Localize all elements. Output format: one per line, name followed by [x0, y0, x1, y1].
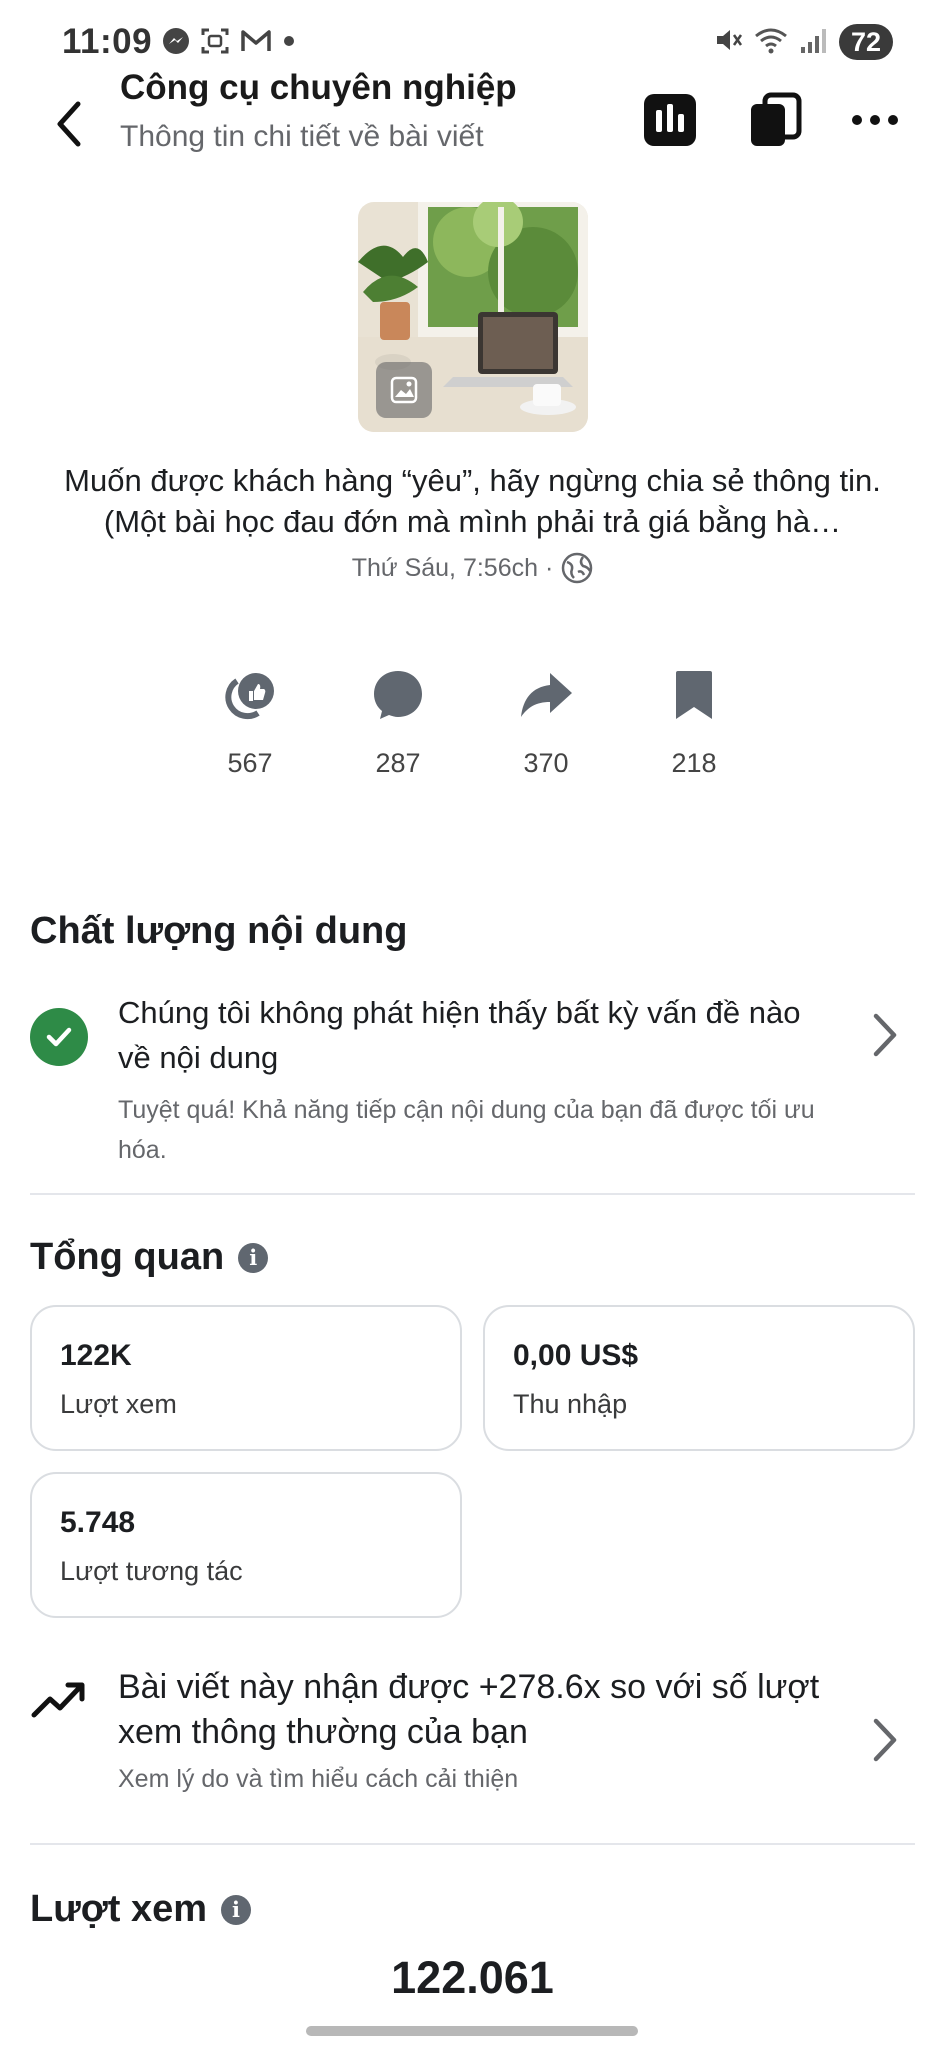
views-label: Lượt xem	[60, 1389, 177, 1419]
battery-indicator: 72	[838, 24, 893, 60]
earnings-value: 0,00 US$	[513, 1339, 639, 1372]
engagement-card[interactable]: 5.748 Lượt tương tác	[30, 1472, 462, 1618]
share-icon	[521, 673, 572, 717]
reactions-icon	[225, 673, 274, 720]
trend-message: Bài viết này nhận được +278.6x so với số…	[118, 1668, 820, 1751]
views-total: 122.061	[391, 1952, 554, 2003]
comments-count: 287	[375, 748, 421, 778]
trend-subtext: Xem lý do và tìm hiểu cách cải thiện	[118, 1765, 519, 1793]
notification-icons	[162, 27, 296, 55]
comment-icon	[374, 671, 422, 719]
views-title-text: Lượt xem	[30, 1888, 208, 1930]
quality-title-text: Chất lượng nội dung	[30, 910, 408, 952]
post-meta: Thứ Sáu, 7:56ch ·	[0, 552, 945, 584]
page-title: Công cụ chuyên nghiệp	[120, 68, 517, 107]
wifi-icon	[753, 25, 789, 60]
save-icon	[676, 671, 712, 719]
chevron-right-icon	[865, 1715, 905, 1765]
stat-shares[interactable]: 370	[476, 660, 616, 779]
engagement-label: Lượt tương tác	[60, 1556, 243, 1586]
chevron-right-icon	[865, 1010, 905, 1060]
status-right: 72	[713, 24, 893, 60]
post-thumbnail[interactable]	[358, 202, 588, 432]
back-button[interactable]	[44, 94, 94, 154]
photo-type-badge	[376, 362, 432, 418]
shares-count: 370	[523, 748, 569, 778]
views-section-title: Lượt xem i	[30, 1888, 252, 1931]
messenger-icon	[162, 27, 190, 55]
bar-chart-icon	[644, 94, 696, 146]
signal-icon	[799, 25, 829, 60]
saves-count: 218	[671, 748, 717, 778]
quality-subtext: Tuyệt quá! Khả năng tiếp cận nội dung củ…	[118, 1096, 815, 1164]
overview-section-title: Tổng quan i	[30, 1236, 269, 1279]
engagement-value: 5.748	[60, 1506, 136, 1539]
earnings-label: Thu nhập	[513, 1389, 628, 1419]
trending-up-icon	[30, 1675, 90, 1725]
post-date: Thứ Sáu, 7:56ch ·	[351, 553, 554, 582]
copy-icon	[751, 92, 802, 146]
quality-status-row[interactable]: Chúng tôi không phát hiện thấy bất kỳ vấ…	[0, 990, 945, 1180]
views-value: 122K	[60, 1339, 132, 1372]
divider	[30, 1843, 915, 1845]
info-icon[interactable]: i	[238, 1242, 269, 1273]
overview-title-text: Tổng quan	[30, 1236, 225, 1278]
more-options-button[interactable]	[845, 90, 905, 150]
views-card[interactable]: 122K Lượt xem	[30, 1305, 462, 1451]
dot-icon	[282, 34, 296, 48]
home-indicator[interactable]	[306, 2026, 638, 2036]
stat-reactions[interactable]: 567	[180, 660, 320, 779]
post-caption[interactable]: Muốn được khách hàng “yêu”, hãy ngừng ch…	[40, 460, 905, 542]
reactions-count: 567	[227, 748, 273, 778]
mute-icon	[713, 25, 743, 60]
header: Công cụ chuyên nghiệp Thông tin chi tiết…	[0, 60, 945, 170]
globe-icon	[562, 552, 593, 584]
back-arrow-icon	[57, 101, 81, 147]
screenshot-icon	[200, 27, 230, 55]
image-icon	[390, 376, 418, 404]
more-icon	[852, 115, 898, 125]
performance-trend-row[interactable]: Bài viết này nhận được +278.6x so với số…	[0, 1665, 945, 1805]
page-subtitle: Thông tin chi tiết về bài viết	[120, 120, 484, 153]
status-time: 11:09	[62, 22, 153, 61]
info-icon[interactable]: i	[221, 1894, 252, 1925]
quality-section-title: Chất lượng nội dung	[30, 910, 407, 953]
insights-button[interactable]	[640, 90, 700, 150]
earnings-card[interactable]: 0,00 US$ Thu nhập	[483, 1305, 915, 1451]
divider	[30, 1193, 915, 1195]
stat-comments[interactable]: 287	[328, 660, 468, 779]
copy-button[interactable]	[745, 90, 805, 150]
gmail-icon	[240, 28, 272, 54]
check-circle-icon	[30, 1008, 88, 1066]
stat-saves[interactable]: 218	[624, 660, 764, 779]
quality-message: Chúng tôi không phát hiện thấy bất kỳ vấ…	[118, 995, 801, 1075]
